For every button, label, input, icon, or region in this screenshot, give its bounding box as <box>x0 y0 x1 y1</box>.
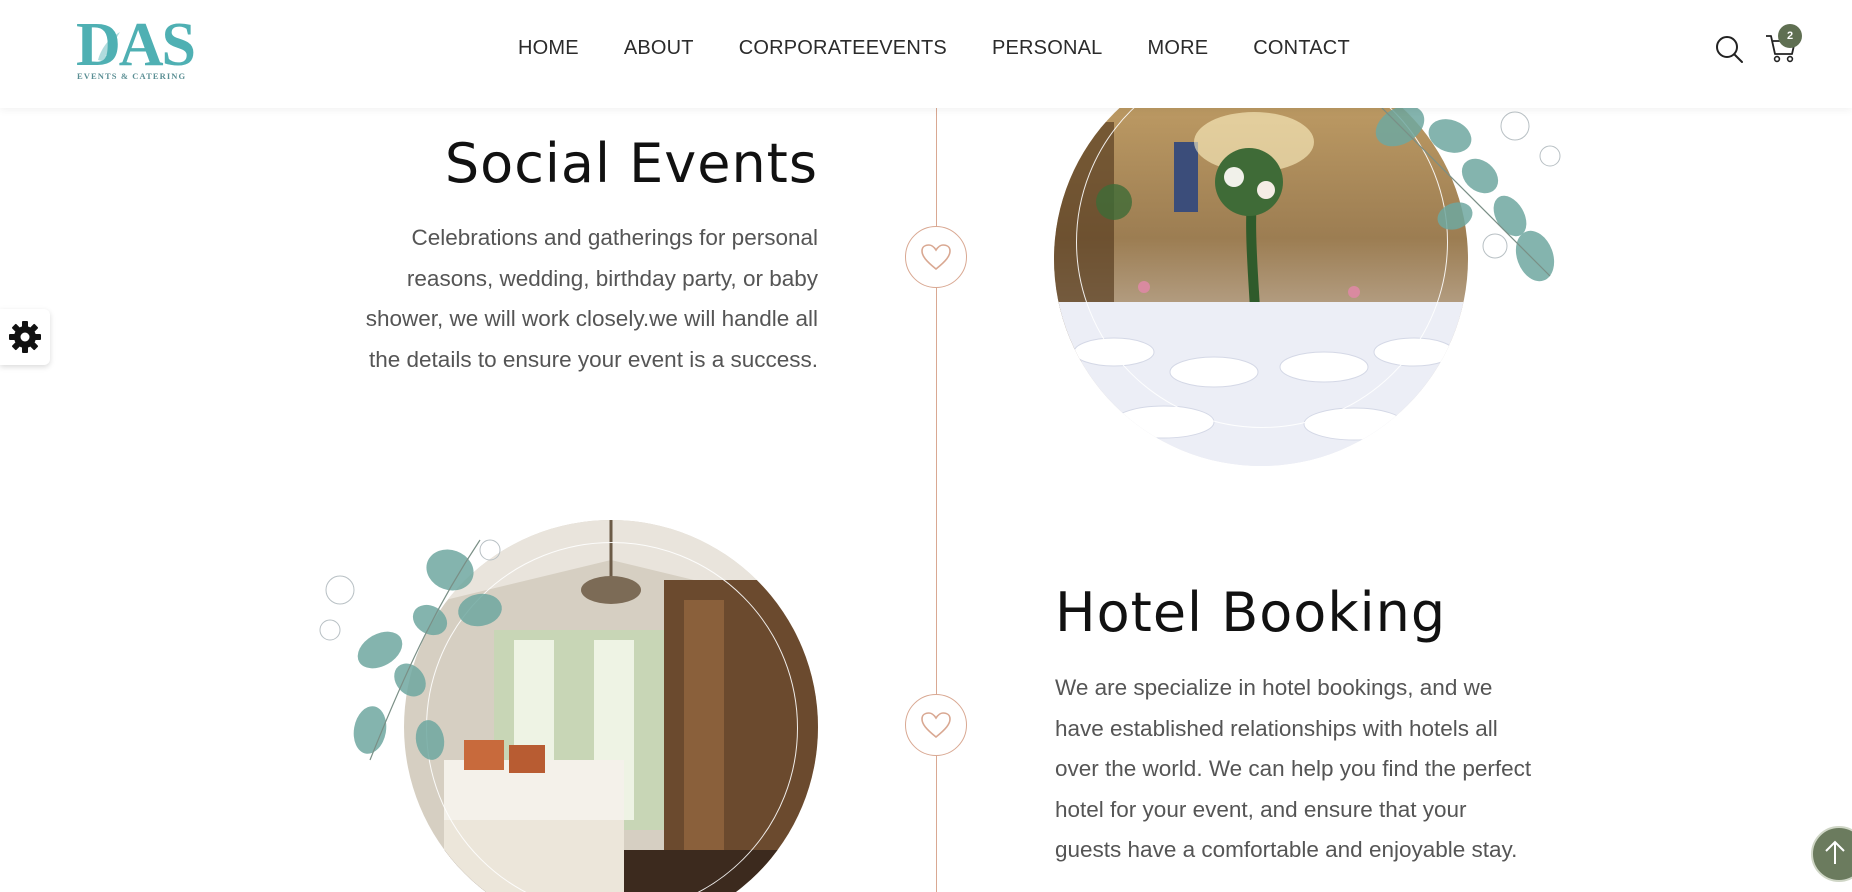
nav-item-personal[interactable]: PERSONAL <box>992 36 1103 60</box>
section-text-social-events: Celebrations and gatherings for personal… <box>298 218 818 380</box>
nav-item-about[interactable]: ABOUT <box>624 36 694 60</box>
timeline-node-social-events <box>905 226 967 288</box>
arrow-up-icon <box>1825 840 1845 864</box>
main-nav: HOME ABOUT CORPORATEEVENTS PERSONAL MORE… <box>518 36 1395 60</box>
section-text-hotel-booking: We are specialize in hotel bookings, and… <box>1055 668 1575 871</box>
heart-icon <box>921 712 951 739</box>
text-line: shower, we will work closely.we will han… <box>365 306 818 331</box>
search-icon <box>1716 36 1743 63</box>
nav-item-corporate-events[interactable]: CORPORATEEVENTS <box>739 36 947 60</box>
section-title-hotel-booking: Hotel Booking <box>1055 581 1447 644</box>
brand-logo[interactable]: DAS EVENTS & CATERING <box>76 12 216 84</box>
text-line: over the world. We can help you find the… <box>1055 756 1532 781</box>
heart-icon <box>921 244 951 271</box>
gear-icon <box>9 321 41 353</box>
site-header: DAS EVENTS & CATERING HOME ABOUT CORPORA… <box>0 0 1852 108</box>
text-line: guests have a comfortable and enjoyable … <box>1055 837 1518 862</box>
eucalyptus-decoration <box>319 539 502 761</box>
cart-count-badge: 2 <box>1778 24 1802 48</box>
logo-tagline: EVENTS & CATERING <box>77 71 187 81</box>
section-title-social-events: Social Events <box>444 132 818 195</box>
text-line: the details to ensure your event is a su… <box>369 346 818 372</box>
text-line: hotel for your event, and ensure that yo… <box>1055 796 1467 822</box>
nav-item-contact[interactable]: CONTACT <box>1253 36 1350 60</box>
settings-tab[interactable] <box>0 309 50 365</box>
logo-letters: DAS <box>76 11 196 79</box>
text-line: Celebrations and gatherings for personal <box>411 225 818 250</box>
nav-item-home[interactable]: HOME <box>518 36 579 60</box>
text-line: have established relationships with hote… <box>1055 715 1498 741</box>
scroll-to-top-button[interactable] <box>1811 826 1852 882</box>
timeline-node-hotel-booking <box>905 694 967 756</box>
text-line: We are specialize in hotel bookings, and… <box>1055 675 1493 700</box>
eucalyptus-decoration <box>1375 105 1561 282</box>
nav-item-more[interactable]: MORE <box>1147 36 1208 60</box>
text-line: reasons, wedding, birthday party, or bab… <box>406 265 818 291</box>
search-button[interactable] <box>1714 34 1744 64</box>
